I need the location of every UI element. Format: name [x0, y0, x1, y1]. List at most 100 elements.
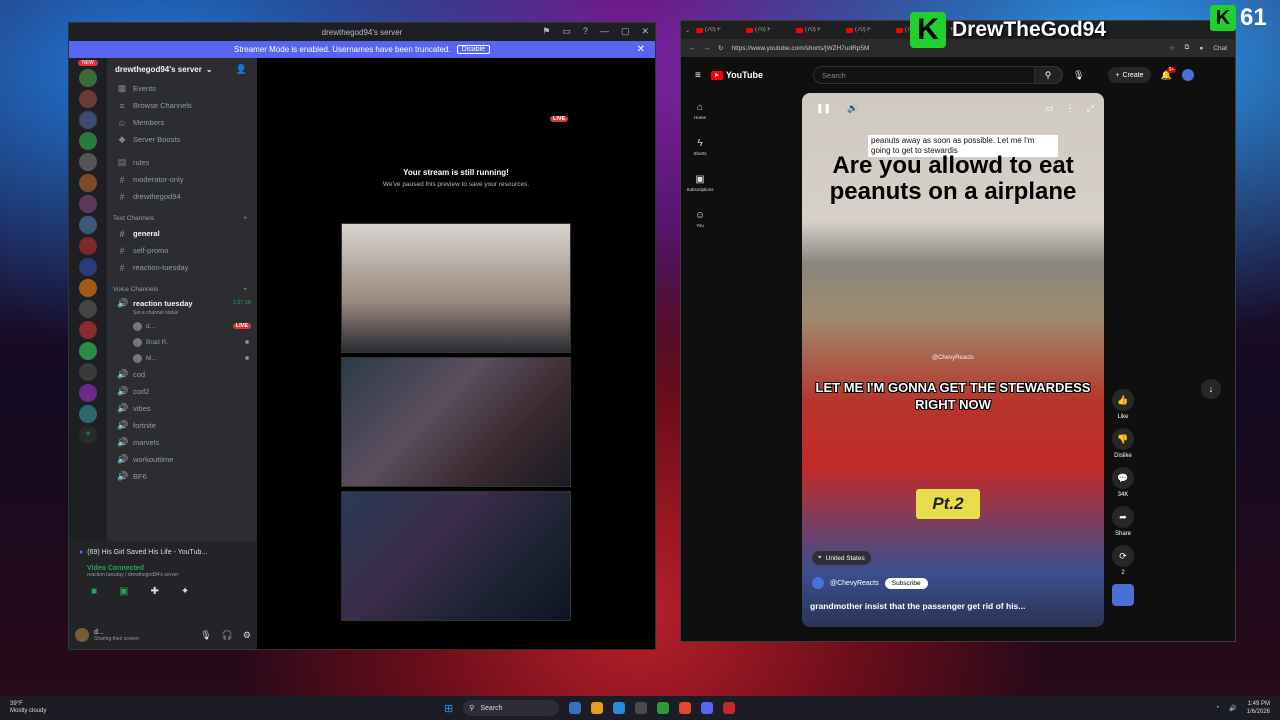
location-chip[interactable]: ⌖ United States: [812, 551, 871, 565]
sidebar-item-you[interactable]: ☺ You: [681, 201, 719, 237]
browser-tab[interactable]: (70) F: [696, 27, 740, 33]
menu-members[interactable]: ☺ Members: [107, 114, 257, 131]
taskview-icon[interactable]: [569, 702, 582, 714]
sidebar-item-home[interactable]: ⌂ Home: [681, 93, 719, 129]
more-icon[interactable]: ⋮: [1066, 103, 1075, 114]
sidebar-item-subscriptions[interactable]: ▣ Subscriptions: [681, 165, 719, 201]
server-icon[interactable]: [79, 174, 97, 192]
start-icon[interactable]: ⊞: [444, 702, 453, 715]
channel-status[interactable]: Set a channel status: [107, 310, 257, 318]
video-description[interactable]: grandmother insist that the passenger ge…: [810, 601, 1096, 611]
create-button[interactable]: + Create: [1108, 67, 1151, 83]
browser-tab[interactable]: (70) F: [796, 27, 840, 33]
clock[interactable]: 1:49 PM 1/6/2026: [1247, 700, 1270, 716]
search-input[interactable]: Search ⚲: [813, 66, 1064, 84]
camera-button[interactable]: ■: [91, 586, 97, 597]
mic-icon[interactable]: 🎙: [1073, 70, 1084, 81]
voice-user[interactable]: d... LIVE: [107, 318, 257, 334]
taskbar-search[interactable]: ⚲ Search: [463, 700, 560, 716]
next-video-button[interactable]: ↓: [1201, 379, 1221, 399]
activities-button[interactable]: ✚: [151, 586, 159, 597]
dislike-button[interactable]: 👎 Dislike: [1111, 428, 1135, 459]
volume-icon[interactable]: 🔊: [847, 103, 858, 114]
back-icon[interactable]: ←: [689, 45, 696, 52]
server-header[interactable]: drewthegod94's server ⌄ 👤: [107, 58, 257, 80]
minimize-button[interactable]: —: [600, 26, 609, 37]
video-tile[interactable]: [341, 223, 571, 353]
channel-name[interactable]: @ChevyReacts: [830, 580, 879, 587]
server-icon[interactable]: [79, 342, 97, 360]
add-channel-icon[interactable]: +: [243, 215, 247, 222]
screen-share-button[interactable]: ▣: [119, 586, 128, 597]
headphones-icon[interactable]: 🎧: [222, 630, 233, 641]
server-icon[interactable]: [79, 384, 97, 402]
volume-icon[interactable]: 🔊: [1229, 705, 1236, 712]
voice-channel-workouttime[interactable]: 🔊 workouttime: [107, 451, 257, 468]
server-icon[interactable]: [79, 279, 97, 297]
channel-self-promo[interactable]: # self-promo: [107, 242, 257, 259]
channel-avatar[interactable]: [812, 577, 824, 589]
app-icon[interactable]: [723, 702, 736, 714]
notifications-icon[interactable]: 🔔 9+: [1161, 66, 1177, 81]
browser-tab[interactable]: (70) F: [846, 27, 890, 33]
server-icon[interactable]: [79, 321, 97, 339]
xbox-icon[interactable]: [657, 702, 670, 714]
text-category[interactable]: Text Channels +: [107, 211, 257, 225]
chrome-icon[interactable]: [679, 702, 692, 714]
channel-rules[interactable]: ▤ rules: [107, 154, 257, 171]
soundboard-button[interactable]: ✦: [181, 586, 189, 597]
remix-button[interactable]: ⟳ 2: [1111, 545, 1135, 576]
server-icon[interactable]: [79, 90, 97, 108]
close-banner-icon[interactable]: ✕: [637, 44, 645, 55]
server-icon[interactable]: [79, 258, 97, 276]
like-button[interactable]: 👍 Like: [1111, 389, 1135, 420]
menu-events[interactable]: ▦ Events: [107, 80, 257, 97]
server-icon[interactable]: [79, 153, 97, 171]
channel-general[interactable]: # general: [107, 225, 257, 242]
explorer-icon[interactable]: [591, 702, 604, 714]
now-playing[interactable]: ● (69) His Girl Saved His Life - YouTub..…: [69, 541, 257, 563]
obs-icon[interactable]: [635, 702, 648, 714]
add-channel-icon[interactable]: +: [243, 286, 247, 293]
subscribe-button[interactable]: Subscribe: [884, 577, 928, 589]
video-tile[interactable]: [341, 357, 571, 487]
mic-icon[interactable]: 🎙: [200, 630, 211, 641]
server-icon[interactable]: [79, 405, 97, 423]
menu-browse-channels[interactable]: ≡ Browse Channels: [107, 97, 257, 114]
server-icon[interactable]: [79, 237, 97, 255]
add-server-icon[interactable]: +: [79, 426, 97, 444]
voice-channel-fortnite[interactable]: 🔊 fortnite: [107, 417, 257, 434]
video-tile[interactable]: [341, 491, 571, 621]
voice-channel-active[interactable]: 🔊 reaction tuesday 1:37:18: [107, 296, 257, 310]
comments-button[interactable]: 💬 34K: [1111, 467, 1135, 498]
voice-category[interactable]: Voice Channels +: [107, 282, 257, 296]
browser-tab[interactable]: (70) F: [746, 27, 790, 33]
discord-icon[interactable]: [701, 702, 714, 714]
sidebar-item-shorts[interactable]: ϟ Shorts: [681, 129, 719, 165]
bookmark-icon[interactable]: ☆: [1169, 44, 1175, 52]
chat-button[interactable]: Chat: [1213, 45, 1227, 52]
channel-drewthegod94[interactable]: # drewthegod94: [107, 188, 257, 205]
menu-server-boosts[interactable]: ◆ Server Boosts: [107, 131, 257, 148]
captions-icon[interactable]: ▭: [1045, 103, 1054, 114]
avatar[interactable]: [1181, 69, 1194, 81]
screen-icon[interactable]: ▭: [562, 26, 571, 37]
youtube-logo[interactable]: YouTube: [710, 70, 763, 80]
settings-icon[interactable]: ⚙: [243, 630, 251, 641]
channel-reaction-tuesday[interactable]: # reaction-tuesday: [107, 259, 257, 276]
voice-channel-cod[interactable]: 🔊 cod: [107, 366, 257, 383]
edge-icon[interactable]: [613, 702, 626, 714]
voice-user[interactable]: Brad R. ■: [107, 334, 257, 350]
maximize-button[interactable]: ▢: [621, 26, 630, 37]
server-icon[interactable]: [79, 132, 97, 150]
search-icon[interactable]: ⚲: [1034, 66, 1063, 84]
url-field[interactable]: https://www.youtube.com/shorts/jWZH7udRp…: [731, 45, 869, 52]
server-icon[interactable]: [79, 363, 97, 381]
channel-moderator-only[interactable]: # moderator-only: [107, 171, 257, 188]
voice-channel-bf6[interactable]: 🔊 BF6: [107, 468, 257, 485]
help-icon[interactable]: ?: [583, 26, 588, 37]
voice-user[interactable]: M... ■: [107, 350, 257, 366]
server-icon[interactable]: [79, 69, 97, 87]
weather-widget[interactable]: 39°F Mostly cloudy: [0, 701, 46, 715]
share-button[interactable]: ➦ Share: [1111, 506, 1135, 537]
